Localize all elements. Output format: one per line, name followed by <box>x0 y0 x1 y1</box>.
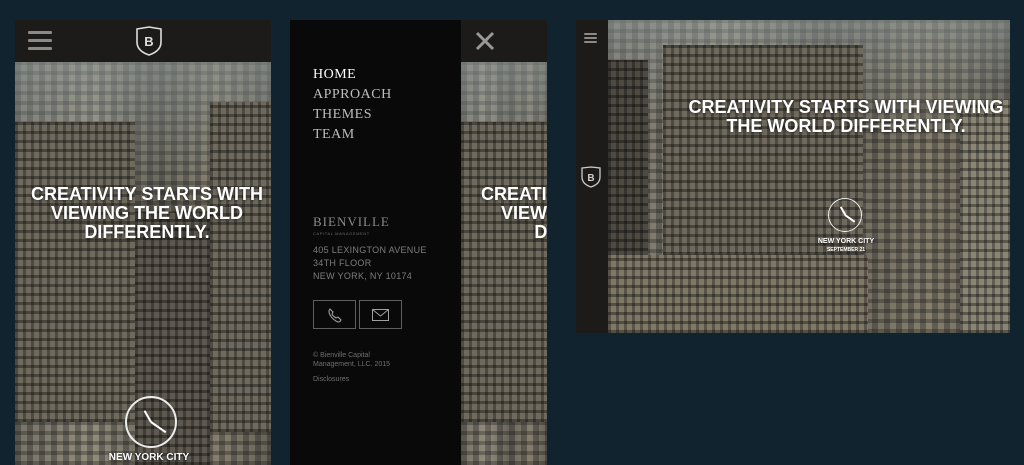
phone-icon <box>328 308 342 323</box>
city-label: NEW YORK CITY <box>817 238 875 245</box>
company-address: 405 LEXINGTON AVENUE 34TH FLOOR NEW YORK… <box>313 244 427 283</box>
building-image <box>608 255 868 333</box>
copyright-line: © Bienville Capital <box>313 352 370 359</box>
mobile-menu-panel: CREATIVITY STARTS WITH VIEWING THE WORLD… <box>290 20 547 465</box>
logo-letter: B <box>587 173 594 184</box>
nav-item-team[interactable]: TEAM <box>313 125 392 145</box>
hamburger-icon[interactable] <box>28 31 52 50</box>
company-logo[interactable]: BIENVILLE CAPITAL MANAGEMENT <box>313 214 390 236</box>
address-line: 405 LEXINGTON AVENUE <box>313 245 427 255</box>
desktop-hero-headline: CREATIVITY STARTS WITH VIEWING THE WORLD… <box>688 97 1004 136</box>
nav-item-approach[interactable]: APPROACH <box>313 85 392 105</box>
copyright: © Bienville Capital Management, LLC. 201… <box>313 351 390 369</box>
peek-headline: CREATIVITY STARTS WITH VIEWING THE WORLD… <box>481 184 547 242</box>
mobile-home-panel: B CREATIVITY STARTS WITH VIEWING THE WOR… <box>15 20 271 465</box>
date-label: SEPTEMBER 21 <box>826 247 866 253</box>
copyright-line: Management, LLC. 2015 <box>313 361 391 368</box>
logo-icon[interactable]: B <box>135 26 163 56</box>
hero-headline: CREATIVITY STARTS WITH VIEWING THE WORLD… <box>31 184 263 242</box>
clock-icon <box>828 198 862 232</box>
city-label: NEW YORK CITY <box>108 452 190 463</box>
hero-background-image <box>608 20 1010 333</box>
building-image <box>15 122 135 422</box>
address-line: 34TH FLOOR <box>313 258 372 268</box>
clock-icon <box>125 396 177 448</box>
nav-item-home[interactable]: HOME <box>313 65 392 85</box>
desktop-sidebar: B <box>576 20 608 333</box>
logo-icon[interactable]: B <box>580 166 602 188</box>
main-nav: HOME APPROACH THEMES TEAM <box>313 65 392 145</box>
building-image <box>210 102 271 432</box>
building-image <box>461 122 547 422</box>
nav-item-themes[interactable]: THEMES <box>313 105 392 125</box>
address-line: NEW YORK, NY 10174 <box>313 271 413 281</box>
building-image <box>608 60 648 260</box>
company-name: BIENVILLE <box>313 214 390 229</box>
close-icon[interactable] <box>475 31 495 51</box>
phone-button[interactable] <box>313 300 356 329</box>
mail-icon <box>372 309 389 321</box>
peek-header <box>461 20 547 62</box>
menu-drawer: HOME APPROACH THEMES TEAM BIENVILLE CAPI… <box>290 20 461 465</box>
mail-button[interactable] <box>359 300 402 329</box>
company-tagline: CAPITAL MANAGEMENT <box>313 231 370 236</box>
disclosures-link[interactable]: Disclosures <box>313 376 349 383</box>
logo-letter: B <box>144 34 153 49</box>
hamburger-icon[interactable] <box>584 33 597 43</box>
hero-background-image <box>461 62 547 465</box>
desktop-panel: B CREATIVITY STARTS WITH VIEWING THE WOR… <box>576 20 1010 333</box>
mobile-header: B <box>15 20 271 62</box>
